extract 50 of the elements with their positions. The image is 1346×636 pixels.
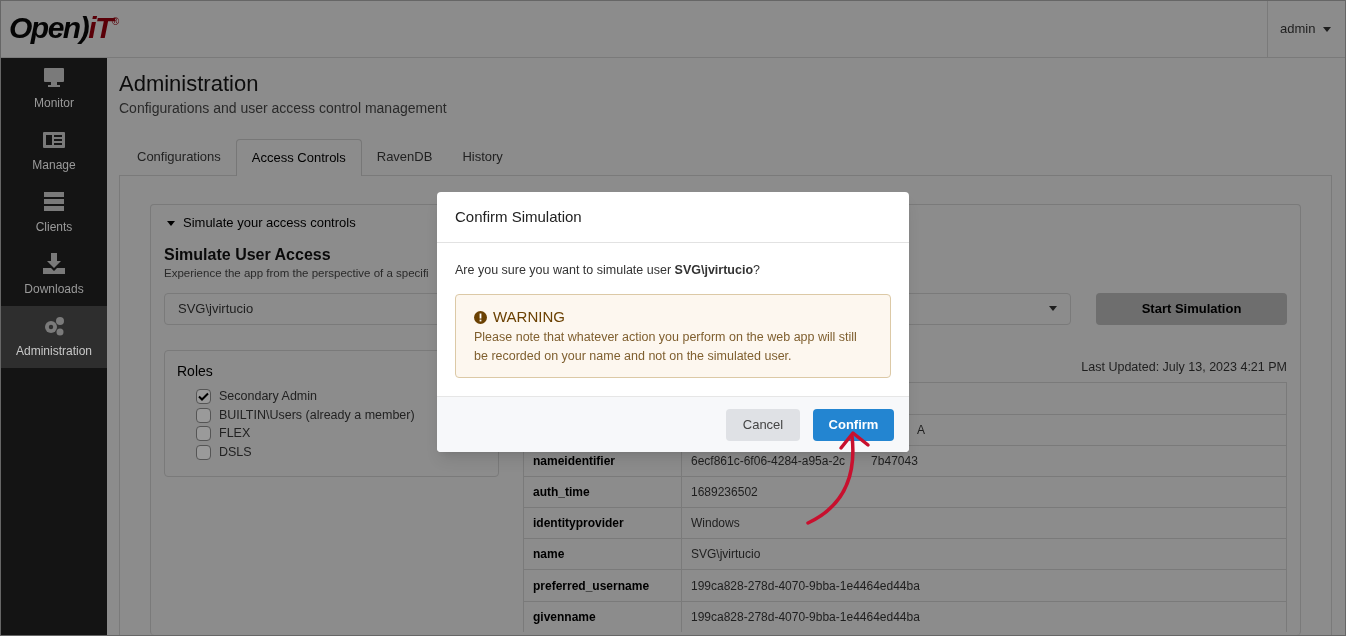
table-cell-text: 7b47043 [871, 452, 918, 470]
tab[interactable]: Configurations [122, 138, 236, 175]
table-cell-text: givenname [533, 608, 596, 626]
table-cell-text: 6ecf861c-6f06-4284-a95a-2c [691, 452, 846, 470]
warning-title: WARNING [493, 306, 565, 327]
role-label: BUILTIN\Users (already a member) [219, 406, 415, 424]
roles-title: Roles [177, 361, 214, 381]
table-cell-text: preferred_username [533, 577, 650, 595]
tab[interactable]: RavenDB [361, 138, 448, 175]
caret-icon [167, 218, 175, 227]
caret-icon [1323, 26, 1332, 32]
checkbox[interactable] [196, 407, 211, 423]
tab[interactable]: Access Controls [235, 139, 362, 176]
table-cell-text: SVG\jvirtucio [691, 546, 761, 564]
checkbox[interactable] [196, 444, 211, 460]
section-toggle[interactable]: Simulate your access controls [164, 213, 356, 233]
start-simulation-button[interactable]: Start Simulation [1096, 292, 1287, 325]
table-cell-text: 199ca828-278d-4070-9bba-1e4464ed44ba [691, 608, 920, 626]
dialog-title: Confirm Simulation [455, 206, 582, 227]
section-description: Experience the app from the perspective of a specifi [164, 265, 429, 281]
last-updated: Last Updated: July 13, 2023 4:21 PM [1081, 358, 1287, 376]
dialog-message: Are you sure you want to simulate user SVG\jvirtucio? [455, 262, 761, 279]
table-cell-text: 1689236502 [691, 483, 758, 501]
table-cell-text: name [533, 546, 565, 564]
sidebar-item[interactable]: Administration [1, 306, 107, 368]
warning-text: Please note that whatever action you perform on the web app will still be recorded on your name and not on the simulated user. [474, 329, 858, 366]
gears-icon [42, 314, 66, 338]
table-cell-text: A [917, 421, 925, 439]
page-title: Administration [119, 70, 260, 98]
download-icon [42, 252, 66, 276]
role-label: DSLS [219, 443, 252, 461]
monitor-icon [42, 66, 66, 90]
table-cell-text: nameidentifier [533, 452, 616, 470]
confirm-button[interactable]: Confirm [813, 408, 894, 441]
page-subtitle: Configurations and user access control management [119, 99, 448, 118]
server-icon [42, 190, 66, 214]
user-menu[interactable]: admin [1267, 1, 1345, 57]
checkbox[interactable] [196, 426, 211, 442]
table-cell-text: identityprovider [533, 515, 624, 533]
exclamation-icon [474, 310, 487, 324]
table-cell-text: auth_time [533, 483, 590, 501]
role-label: FLEX [219, 425, 251, 443]
tab[interactable]: History [447, 138, 518, 175]
checkbox[interactable] [196, 389, 211, 405]
table-cell-text: Windows [691, 515, 740, 533]
section-heading: Simulate User Access [164, 244, 331, 265]
role-label: Secondary Admin [219, 388, 317, 406]
table-cell-text: 199ca828-278d-4070-9bba-1e4464ed44ba [691, 577, 920, 595]
caret-icon [1049, 306, 1057, 311]
cancel-button[interactable]: Cancel [726, 408, 800, 441]
